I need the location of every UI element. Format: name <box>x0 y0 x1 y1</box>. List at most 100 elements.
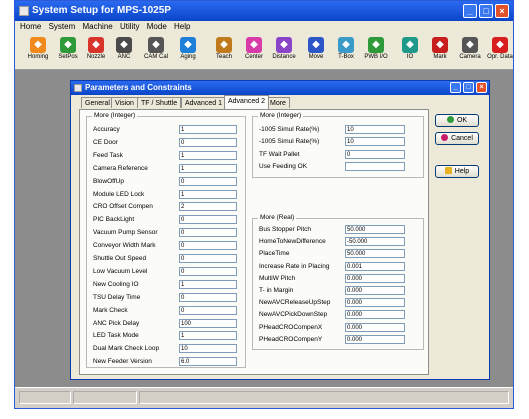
param-value-field[interactable]: 0.001 <box>345 261 405 271</box>
maximize-button[interactable]: □ <box>479 4 493 18</box>
menu-mode[interactable]: Mode <box>147 21 167 33</box>
param-value-field[interactable] <box>345 162 405 172</box>
io-icon: ◆ <box>402 37 418 53</box>
param-value-field[interactable]: 10 <box>345 125 405 134</box>
cancel-button[interactable]: Cancel <box>435 132 479 145</box>
param-row: -1005 Simul Rate(%) 10 <box>259 125 409 135</box>
toolbar-button[interactable]: ◆ CAM Cal <box>139 35 173 67</box>
status-cell <box>73 391 137 404</box>
toolbar-button[interactable]: ◆ PWB I/O <box>359 35 393 67</box>
data-icon: ◆ <box>492 37 508 53</box>
param-label: Use Feeding OK <box>259 163 308 171</box>
toolbar-button[interactable]: ◆ Opr. Data <box>483 35 513 67</box>
menu-help[interactable]: Help <box>174 21 190 33</box>
more-real-group: More (Real) Bus Stopper Pitch 50.000 HomeT… <box>252 214 424 350</box>
aging-icon: ◆ <box>180 37 196 53</box>
param-row: Accuracy 1 <box>93 125 241 135</box>
menu-system[interactable]: System <box>49 21 76 33</box>
param-value-field[interactable]: 10 <box>345 137 405 147</box>
toolbar-button[interactable]: ◆ Move <box>299 35 333 67</box>
param-row: MultiW Pitch 0.000 <box>259 273 409 284</box>
param-value-field[interactable]: 0 <box>179 305 237 315</box>
param-label: Feed Task <box>93 151 123 159</box>
tab-vision[interactable]: Vision <box>111 97 138 108</box>
param-row: T- in Margin 0.000 <box>259 286 409 296</box>
param-value-field[interactable]: 50.000 <box>345 249 405 259</box>
toolbar-button[interactable]: ◆ Teach <box>207 35 241 67</box>
toolbar-button[interactable]: ◆ ANC <box>107 35 141 67</box>
param-value-field[interactable]: 0 <box>179 241 237 251</box>
param-row: PlaceTime 50.000 <box>259 249 409 259</box>
group-title: More (Integer) <box>92 112 138 119</box>
param-row: NewAVCReleaseUpStep 0.000 <box>259 298 409 308</box>
param-value-field[interactable]: 10 <box>179 344 237 354</box>
dialog-close-button[interactable]: × <box>476 82 487 93</box>
menu-home[interactable]: Home <box>20 21 41 33</box>
toolbar-label: Move <box>308 54 324 60</box>
param-value-field[interactable]: 0.000 <box>345 322 405 332</box>
param-value-field[interactable]: 0.000 <box>345 334 405 344</box>
param-value-field[interactable]: 0 <box>179 292 237 302</box>
param-value-field[interactable]: 50.000 <box>345 225 405 234</box>
param-row: LED Task Mode 1 <box>93 331 241 341</box>
param-label: Vacuum Pump Sensor <box>93 229 158 237</box>
toolbar-button[interactable]: ◆ Homing <box>21 35 55 67</box>
param-value-field[interactable]: 0.000 <box>345 286 405 295</box>
ok-icon <box>446 116 454 123</box>
menu-machine[interactable]: Machine <box>82 21 112 33</box>
tab-advanced-2[interactable]: Advanced 2 <box>224 95 269 109</box>
toolbar-button[interactable]: ◆ T-Box <box>329 35 363 67</box>
param-value-field[interactable]: 1 <box>179 125 237 134</box>
param-value-field[interactable]: 1 <box>179 189 237 199</box>
param-value-field[interactable]: 1 <box>179 163 237 173</box>
param-value-field[interactable]: 0.000 <box>345 273 405 283</box>
nozzle-icon: ◆ <box>88 37 104 53</box>
tab-more[interactable]: More <box>266 97 290 108</box>
dialog-minimize-button[interactable]: _ <box>450 82 461 93</box>
param-row: Shuttle Out Speed 0 <box>93 254 241 264</box>
param-label: New Feeder Version <box>93 358 152 366</box>
param-value-field[interactable]: 2 <box>179 202 237 212</box>
anc-icon: ◆ <box>116 37 132 53</box>
param-value-field[interactable]: 1 <box>179 150 237 160</box>
tab-general[interactable]: General <box>81 97 114 108</box>
param-value-field[interactable]: 0 <box>179 266 237 276</box>
param-value-field[interactable]: 100 <box>179 318 237 328</box>
param-label: Accuracy <box>93 126 120 133</box>
toolbar-button[interactable]: ◆ IO <box>393 35 427 67</box>
teach-icon: ◆ <box>216 37 232 53</box>
toolbar-label: ANC <box>117 54 131 60</box>
param-value-field[interactable]: 0 <box>179 137 237 147</box>
toolbar-button[interactable]: ◆ Aging <box>171 35 205 67</box>
param-value-field[interactable]: -50.000 <box>345 237 405 247</box>
param-label: MultiW Pitch <box>259 274 296 282</box>
param-value-field[interactable]: 0 <box>345 149 405 159</box>
param-value-field[interactable]: 6.0 <box>179 357 237 367</box>
menu-utility[interactable]: Utility <box>120 21 140 33</box>
dialog-titlebar: Parameters and Constraints _ □ × <box>71 81 489 95</box>
tab-tf-shuttle[interactable]: TF / Shuttle <box>137 97 182 108</box>
dialog-maximize-button[interactable]: □ <box>463 82 474 93</box>
param-value-field[interactable]: 0.000 <box>345 310 405 320</box>
param-row: TSU Delay Time 0 <box>93 292 241 303</box>
toolbar-button[interactable]: ◆ Distance <box>267 35 301 67</box>
close-button[interactable]: × <box>495 4 509 18</box>
tbox-icon: ◆ <box>338 37 354 53</box>
param-value-field[interactable]: 0 <box>179 176 237 186</box>
param-value-field[interactable]: 1 <box>179 331 237 341</box>
toolbar-button[interactable]: ◆ Center <box>237 35 271 67</box>
param-value-field[interactable]: 0 <box>179 215 237 225</box>
param-label: -1005 Simul Rate(%) <box>259 126 320 133</box>
help-button[interactable]: Help <box>435 165 479 178</box>
toolbar-button[interactable]: ◆ Mark <box>423 35 457 67</box>
param-value-field[interactable]: 0.000 <box>345 298 405 308</box>
param-value-field[interactable]: 1 <box>179 279 237 289</box>
ok-button[interactable]: OK <box>435 114 479 127</box>
param-value-field[interactable]: 0 <box>179 228 237 238</box>
tab-advanced-1[interactable]: Advanced 1 <box>181 97 226 108</box>
param-value-field[interactable]: 0 <box>179 254 237 263</box>
minimize-button[interactable]: _ <box>463 4 477 18</box>
more-integer-group: More (Integer) Accuracy 1 CE Door 0 Feed Tas… <box>86 112 246 368</box>
toolbar-label: Teach <box>215 54 232 60</box>
toolbar-button[interactable]: ◆ Camera <box>453 35 487 67</box>
